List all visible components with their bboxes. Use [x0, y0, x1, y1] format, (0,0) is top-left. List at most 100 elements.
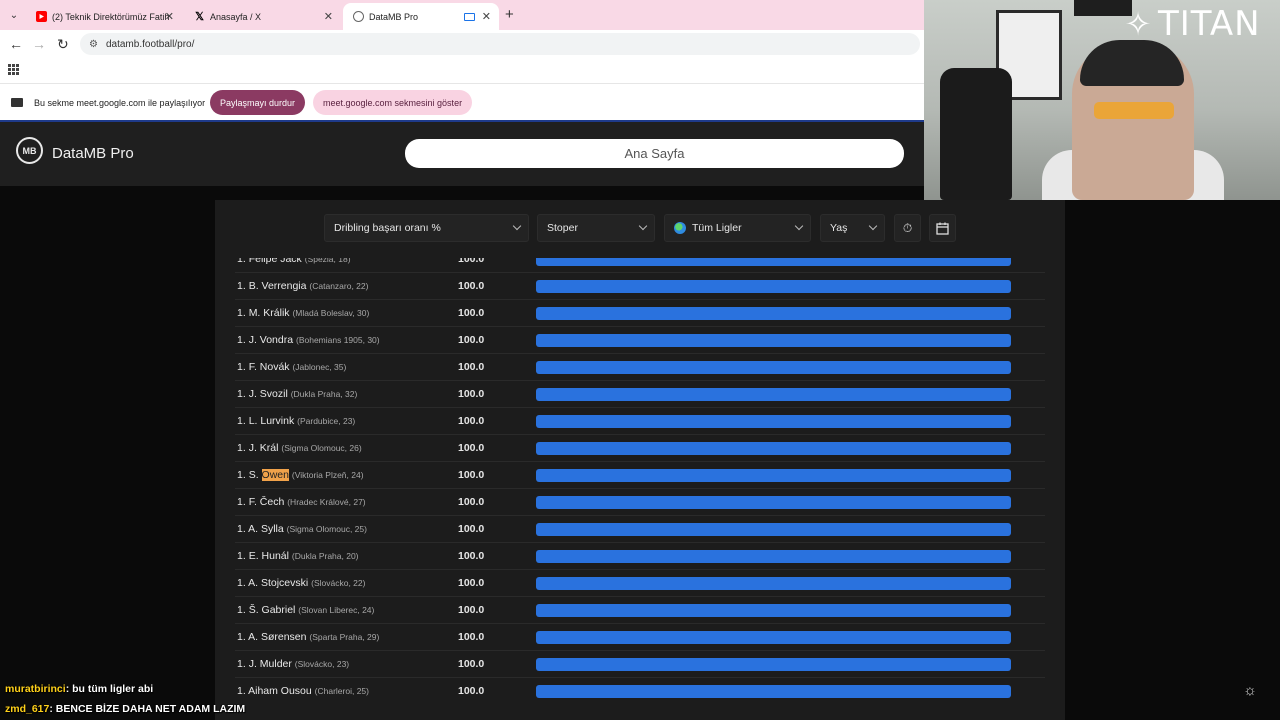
- tab-youtube[interactable]: (2) Teknik Direktörümüz Fatih T... ✕: [26, 3, 182, 30]
- table-row[interactable]: 1. L. Lurvink (Pardubice, 23) 100.0: [235, 408, 1045, 435]
- player-rank: 1.: [237, 577, 246, 589]
- site-info-icon[interactable]: ⚙: [89, 39, 98, 50]
- player-name[interactable]: 1. Š. Gabriel (Slovan Liberec, 24): [237, 604, 374, 616]
- metric-value: 100.0: [458, 658, 485, 670]
- metric-value: 100.0: [458, 496, 485, 508]
- value-bar-track: [536, 442, 1011, 455]
- table-row[interactable]: 1. J. Král (Sigma Olomouc, 26) 100.0: [235, 435, 1045, 462]
- stream-brand-logo: ✧ TITAN: [1118, 4, 1261, 44]
- player-name[interactable]: 1. A. Sørensen (Sparta Praha, 29): [237, 631, 379, 643]
- metric-value: 100.0: [458, 604, 485, 616]
- season-filter-button[interactable]: [929, 214, 956, 242]
- table-row[interactable]: 1. J. Svozil (Dukla Praha, 32) 100.0: [235, 381, 1045, 408]
- table-row[interactable]: 1. A. Sylla (Sigma Olomouc, 25) 100.0: [235, 516, 1045, 543]
- chat-username: zmd_617: [5, 703, 50, 715]
- player-name[interactable]: 1. L. Lurvink (Pardubice, 23): [237, 415, 355, 427]
- player-name[interactable]: 1. J. Mulder (Slovácko, 23): [237, 658, 349, 670]
- metric-value: 100.0: [458, 258, 485, 265]
- settings-gear-icon[interactable]: ☼: [1241, 681, 1259, 699]
- table-row[interactable]: 1. Aiham Ousou (Charleroi, 25) 100.0: [235, 678, 1045, 698]
- player-name[interactable]: 1. J. Král (Sigma Olomouc, 26): [237, 442, 362, 454]
- player-rank: 1.: [237, 388, 246, 400]
- player-name[interactable]: 1. F. Novák (Jablonec, 35): [237, 361, 346, 373]
- player-name[interactable]: 1. A. Stojcevski (Slovácko, 22): [237, 577, 365, 589]
- stop-sharing-button[interactable]: Paylaşmayı durdur: [210, 90, 306, 115]
- value-bar: [536, 307, 1011, 320]
- player-name[interactable]: 1. Aiham Ousou (Charleroi, 25): [237, 685, 369, 697]
- url-text: datamb.football/pro/: [105, 38, 195, 50]
- table-row[interactable]: 1. J. Vondra (Bohemians 1905, 30) 100.0: [235, 327, 1045, 354]
- player-name-text: Š. Gabriel: [248, 604, 296, 616]
- table-row[interactable]: 1. F. Čech (Hradec Králové, 27) 100.0: [235, 489, 1045, 516]
- player-name[interactable]: 1. B. Verrengia (Catanzaro, 22): [237, 280, 368, 292]
- player-rank: 1.: [237, 685, 246, 697]
- value-bar-track: [536, 523, 1011, 536]
- player-rank: 1.: [237, 604, 246, 616]
- tab-datamb[interactable]: DataMB Pro ✕: [343, 3, 499, 30]
- forward-button[interactable]: →: [32, 36, 46, 52]
- streamer-glasses-image: [1094, 102, 1174, 119]
- table-row[interactable]: 1. E. Hunál (Dukla Praha, 20) 100.0: [235, 543, 1045, 570]
- position-select[interactable]: Stoper: [537, 214, 655, 242]
- player-name[interactable]: 1. S. Owen (Viktoria Plzeň, 24): [237, 469, 364, 481]
- value-bar: [536, 496, 1011, 509]
- close-icon[interactable]: ✕: [324, 10, 333, 23]
- player-rank: 1.: [237, 523, 246, 535]
- chat-text: : bu tüm ligler abi: [65, 683, 154, 695]
- value-bar-track: [536, 361, 1011, 374]
- value-bar-track: [536, 685, 1011, 698]
- value-bar: [536, 258, 1011, 266]
- player-name[interactable]: 1. E. Hunál (Dukla Praha, 20): [237, 550, 359, 562]
- table-row[interactable]: 1. F. Novák (Jablonec, 35) 100.0: [235, 354, 1045, 381]
- datamb-logo-icon[interactable]: MB: [16, 137, 43, 164]
- tab-search-chevron-icon[interactable]: ⌄: [6, 7, 22, 23]
- app-name[interactable]: DataMB Pro: [52, 145, 134, 162]
- metric-value: 100.0: [458, 631, 485, 643]
- value-bar-track: [536, 258, 1011, 266]
- table-row[interactable]: 1. Š. Gabriel (Slovan Liberec, 24) 100.0: [235, 597, 1045, 624]
- address-bar[interactable]: ⚙ datamb.football/pro/: [80, 33, 920, 55]
- player-club: (Jablonec, 35): [292, 362, 347, 372]
- player-name[interactable]: 1. A. Sylla (Sigma Olomouc, 25): [237, 523, 367, 535]
- ranking-list[interactable]: 1. Felipe Jack (Spezia, 18) 100.0 1. B. Ve…: [235, 258, 1045, 698]
- table-row[interactable]: 1. A. Stojcevski (Slovácko, 22) 100.0: [235, 570, 1045, 597]
- table-row[interactable]: 1. S. Owen (Viktoria Plzeň, 24) 100.0: [235, 462, 1045, 489]
- player-name[interactable]: 1. J. Vondra (Bohemians 1905, 30): [237, 334, 380, 346]
- back-button[interactable]: ←: [9, 36, 23, 52]
- value-bar-track: [536, 307, 1011, 320]
- table-row[interactable]: 1. J. Mulder (Slovácko, 23) 100.0: [235, 651, 1045, 678]
- value-bar-track: [536, 415, 1011, 428]
- tab-title: Anasayfa / X: [210, 11, 262, 22]
- metric-select[interactable]: Dribling başarı oranı %: [324, 214, 529, 242]
- screen: { "browser": { "tabs": [ {"title": "(2) …: [0, 0, 1280, 720]
- apps-grid-icon[interactable]: [8, 64, 19, 75]
- player-club: (Charleroi, 25): [314, 686, 369, 696]
- player-name[interactable]: 1. J. Svozil (Dukla Praha, 32): [237, 388, 357, 400]
- player-rank: 1.: [237, 469, 246, 481]
- metric-value: 100.0: [458, 577, 485, 589]
- close-icon[interactable]: ✕: [165, 10, 174, 23]
- minutes-filter-button[interactable]: ⏱: [894, 214, 921, 242]
- tab-x[interactable]: 𝕏 Anasayfa / X ✕: [184, 3, 341, 30]
- player-name[interactable]: 1. F. Čech (Hradec Králové, 27): [237, 496, 366, 508]
- league-select[interactable]: Tüm Ligler: [664, 214, 811, 242]
- new-tab-button[interactable]: +: [505, 6, 514, 23]
- reload-button[interactable]: ↻: [57, 36, 69, 53]
- age-select[interactable]: Yaş: [820, 214, 885, 242]
- home-button[interactable]: Ana Sayfa: [405, 139, 904, 168]
- table-row[interactable]: 1. B. Verrengia (Catanzaro, 22) 100.0: [235, 273, 1045, 300]
- player-rank: 1.: [237, 496, 246, 508]
- table-row[interactable]: 1. Felipe Jack (Spezia, 18) 100.0: [235, 258, 1045, 273]
- globe-icon: [353, 11, 364, 22]
- table-row[interactable]: 1. A. Sørensen (Sparta Praha, 29) 100.0: [235, 624, 1045, 651]
- player-name-text: J. Král: [248, 442, 279, 454]
- show-meet-tab-button[interactable]: meet.google.com sekmesini göster: [313, 90, 473, 115]
- player-name-text: J. Mulder: [248, 658, 292, 670]
- table-row[interactable]: 1. M. Králik (Mladá Boleslav, 30) 100.0: [235, 300, 1045, 327]
- timer-icon: ⏱: [902, 220, 913, 235]
- close-icon[interactable]: ✕: [482, 10, 491, 23]
- value-bar-track: [536, 550, 1011, 563]
- player-name[interactable]: 1. M. Králik (Mladá Boleslav, 30): [237, 307, 369, 319]
- player-name[interactable]: 1. Felipe Jack (Spezia, 18): [237, 258, 351, 265]
- calendar-icon: [936, 222, 949, 235]
